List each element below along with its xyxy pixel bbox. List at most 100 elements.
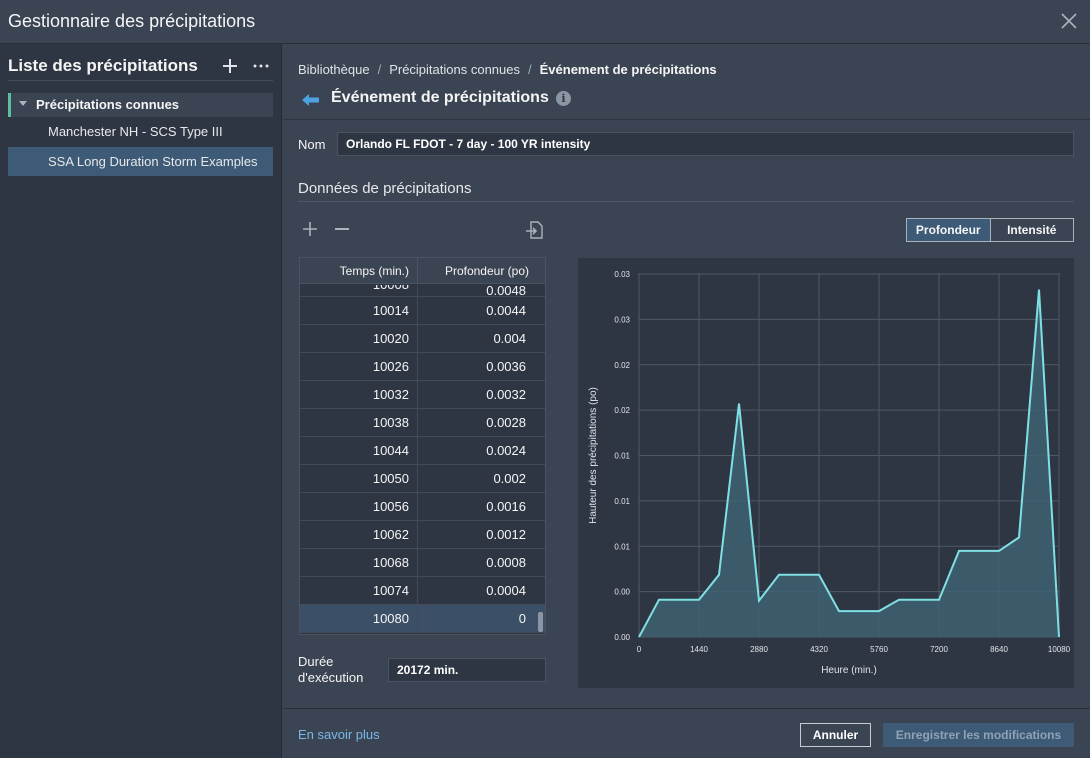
close-icon[interactable]: [1060, 12, 1078, 30]
breadcrumb-library[interactable]: Bibliothèque: [298, 62, 370, 77]
cell-time: 10020: [372, 331, 409, 346]
cell-time: 10026: [372, 359, 409, 374]
info-icon[interactable]: i: [556, 91, 571, 106]
view-toggle: Profondeur Intensité: [906, 218, 1074, 242]
caret-down-icon[interactable]: [19, 101, 27, 106]
y-tick-label: 0.02: [614, 361, 630, 370]
table-row[interactable]: 10044 0.0024: [300, 437, 545, 465]
main-panel: Bibliothèque / Précipitations connues / Évén…: [283, 44, 1090, 758]
cell-depth: 0.0028: [417, 409, 539, 437]
table-row[interactable]: 10080 0: [300, 605, 545, 633]
section-divider: [298, 201, 1074, 202]
duration-label: Durée d'exécution: [298, 654, 363, 686]
y-tick-label: 0.01: [614, 497, 630, 506]
cell-depth: 0.0036: [417, 353, 539, 381]
cell-depth: 0.0012: [417, 521, 539, 549]
table-row[interactable]: 10062 0.0012: [300, 521, 545, 549]
y-axis-label: Hauteur des précipitations (po): [588, 387, 599, 524]
back-arrow-icon[interactable]: [302, 93, 320, 107]
add-icon[interactable]: [222, 58, 238, 74]
cell-depth: 0.0048: [417, 285, 539, 296]
sidebar-heading: Liste des précipitations: [8, 56, 198, 75]
y-tick-label: 0.01: [614, 542, 630, 551]
cell-depth: 0.0044: [417, 297, 539, 325]
cell-depth: 0.004: [417, 325, 539, 353]
cell-time: 10008: [300, 285, 417, 292]
name-input[interactable]: [337, 132, 1074, 156]
y-tick-label: 0.03: [614, 315, 630, 324]
rainfall-table: Temps (min.) Profondeur (po) 10008 0.004…: [299, 257, 546, 635]
cancel-button[interactable]: Annuler: [800, 723, 871, 747]
cell-depth: 0: [417, 605, 539, 633]
sidebar-divider: [8, 80, 273, 81]
x-tick-label: 1440: [690, 645, 708, 654]
column-header-depth[interactable]: Profondeur (po): [417, 258, 539, 284]
cell-time: 10062: [372, 527, 409, 542]
x-tick-label: 4320: [810, 645, 828, 654]
duration-label-line2: d'exécution: [298, 670, 364, 685]
toggle-depth[interactable]: Profondeur: [907, 219, 991, 241]
cell-depth: 0.0016: [417, 493, 539, 521]
cell-depth: 0.0004: [417, 577, 539, 605]
window-title: Gestionnaire des précipitations: [8, 11, 256, 31]
toggle-intensity[interactable]: Intensité: [991, 219, 1074, 241]
cell-time: 10074: [372, 583, 409, 598]
chart-panel: 0 1440 2880 4320 5760 7200 8640 10080 0.00 0.00 0…: [578, 258, 1074, 688]
x-tick-label: 5760: [870, 645, 888, 654]
table-row[interactable]: 10020 0.004: [300, 325, 545, 353]
tree-group-known-rainfall[interactable]: Précipitations connues: [8, 93, 273, 117]
sidebar: Liste des précipitations Précipitations …: [0, 44, 282, 758]
cell-time: 10014: [372, 303, 409, 318]
save-button[interactable]: Enregistrer les modifications: [883, 723, 1074, 747]
table-header: Temps (min.) Profondeur (po): [300, 258, 545, 284]
table-row[interactable]: 10008 0.0048: [300, 285, 545, 297]
cell-depth: 0.0024: [417, 437, 539, 465]
x-tick-label: 10080: [1048, 645, 1071, 654]
cell-depth: 0.0008: [417, 549, 539, 577]
header-divider: [283, 119, 1090, 120]
table-row[interactable]: 10026 0.0036: [300, 353, 545, 381]
table-scrollbar[interactable]: [538, 612, 543, 632]
x-tick-label: 0: [637, 645, 642, 654]
import-icon[interactable]: [525, 221, 543, 239]
cell-time: 10050: [372, 471, 409, 486]
table-row[interactable]: 10038 0.0028: [300, 409, 545, 437]
table-row[interactable]: 10074 0.0004: [300, 577, 545, 605]
cell-depth: 0.002: [417, 465, 539, 493]
cell-time: 10044: [372, 443, 409, 458]
name-label: Nom: [298, 137, 326, 152]
cell-time: 10032: [372, 387, 409, 402]
remove-row-icon[interactable]: [335, 228, 349, 230]
more-options-icon[interactable]: [252, 58, 270, 74]
y-tick-label: 0.00: [614, 633, 630, 642]
rainfall-chart: 0 1440 2880 4320 5760 7200 8640 10080 0.00 0.00 0…: [588, 270, 1071, 676]
x-tick-label: 7200: [930, 645, 948, 654]
table-row[interactable]: 10050 0.002: [300, 465, 545, 493]
y-tick-label: 0.00: [614, 588, 630, 597]
tree-item-ssa-long-duration[interactable]: SSA Long Duration Storm Examples: [8, 147, 273, 176]
footer-divider: [283, 708, 1090, 709]
y-tick-label: 0.02: [614, 406, 630, 415]
breadcrumb: Bibliothèque / Précipitations connues / Évén…: [298, 62, 717, 77]
duration-input[interactable]: [388, 658, 546, 682]
cell-depth: 0.0032: [417, 381, 539, 409]
tree-item-manchester[interactable]: Manchester NH - SCS Type III: [8, 117, 273, 146]
breadcrumb-known-rainfall[interactable]: Précipitations connues: [389, 62, 520, 77]
table-body: 10008 0.0048 10014 0.0044 10020 0.004 10026 0…: [300, 285, 545, 633]
cell-time: 10068: [372, 555, 409, 570]
y-tick-label: 0.01: [614, 452, 630, 461]
breadcrumb-current: Événement de précipitations: [539, 62, 717, 77]
table-row[interactable]: 10032 0.0032: [300, 381, 545, 409]
add-row-icon[interactable]: [303, 222, 317, 236]
column-header-time[interactable]: Temps (min.): [300, 264, 417, 278]
table-row[interactable]: 10068 0.0008: [300, 549, 545, 577]
cell-time: 10056: [372, 499, 409, 514]
learn-more-link[interactable]: En savoir plus: [298, 727, 380, 742]
window-titlebar: Gestionnaire des précipitations: [0, 0, 1090, 44]
duration-label-line1: Durée: [298, 654, 334, 669]
cell-time: 10038: [372, 415, 409, 430]
table-row[interactable]: 10056 0.0016: [300, 493, 545, 521]
table-row[interactable]: 10014 0.0044: [300, 297, 545, 325]
page-title: Événement de précipitations: [331, 89, 549, 106]
cell-time: 10080: [372, 611, 409, 626]
